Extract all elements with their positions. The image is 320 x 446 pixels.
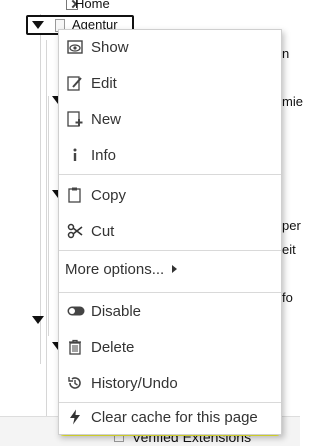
- menu-item-history-undo[interactable]: History/Undo: [59, 366, 281, 400]
- trash-icon: [67, 339, 83, 355]
- context-menu: Show Edit New Info Copy Cut More options…: [58, 29, 282, 435]
- menu-divider: [59, 250, 281, 251]
- lightning-icon: [67, 409, 83, 425]
- menu-item-new[interactable]: New: [59, 102, 281, 136]
- new-page-icon: [67, 111, 83, 127]
- menu-item-delete[interactable]: Delete: [59, 330, 281, 364]
- toggle-icon: [67, 303, 85, 319]
- menu-item-show[interactable]: Show: [59, 30, 281, 64]
- history-icon: [67, 375, 83, 391]
- more-options-item[interactable]: More options...: [59, 252, 281, 286]
- menu-item-info[interactable]: Info: [59, 138, 281, 172]
- clipboard-icon: [67, 187, 83, 203]
- menu-item-cut[interactable]: Cut: [59, 214, 281, 248]
- tree-text-fragment: fo: [282, 290, 293, 305]
- tree-item-home[interactable]: Home: [75, 0, 110, 11]
- caret-right-icon: [172, 265, 178, 273]
- scissors-icon: [67, 223, 83, 239]
- menu-item-disable[interactable]: Disable: [59, 294, 281, 328]
- menu-item-clear-cache[interactable]: Clear cache for this page: [59, 400, 281, 434]
- pencil-icon: [67, 75, 83, 91]
- tree-line: [48, 96, 49, 336]
- tree-line: [40, 14, 41, 364]
- menu-divider: [59, 174, 281, 175]
- tree-text-fragment: per: [282, 218, 301, 233]
- tree-text-fragment: eit: [282, 242, 296, 257]
- collapse-triangle-icon[interactable]: [32, 21, 44, 29]
- menu-item-edit[interactable]: Edit: [59, 66, 281, 100]
- tree-text-fragment: mie: [282, 94, 303, 109]
- menu-divider: [59, 292, 281, 293]
- eye-icon: [67, 39, 83, 55]
- collapse-triangle-icon[interactable]: [32, 316, 44, 324]
- info-icon: [67, 147, 83, 163]
- tree-text-fragment: n: [282, 46, 290, 61]
- menu-item-copy[interactable]: Copy: [59, 178, 281, 212]
- more-options-label: More options...: [65, 260, 165, 278]
- tree-line: [46, 40, 47, 440]
